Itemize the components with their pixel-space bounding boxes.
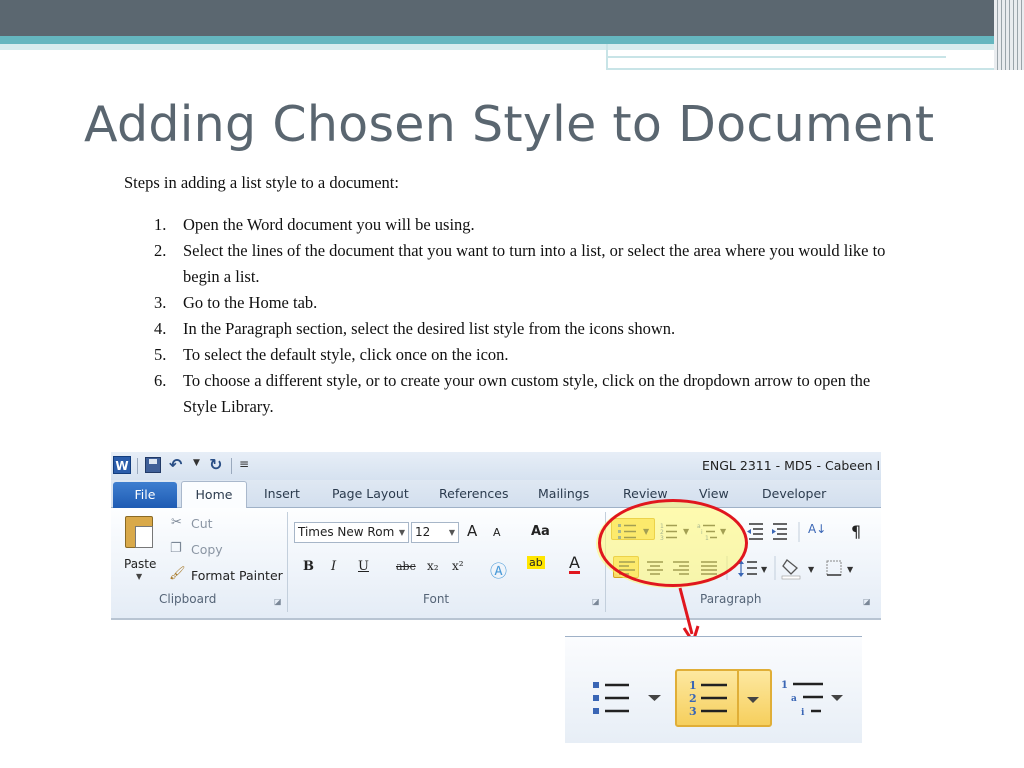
line-spacing-dropdown-icon[interactable]: ▼ [761, 565, 768, 574]
intro-text: Steps in adding a list style to a docume… [124, 173, 399, 192]
step-text: In the Paragraph section, select the des… [183, 319, 676, 338]
step-text: To choose a different style, or to creat… [183, 371, 871, 416]
slide-title: Adding Chosen Style to Document [84, 96, 935, 153]
shading-icon[interactable] [781, 559, 801, 580]
steps-list: 1. Open the Word document you will be usi… [124, 212, 904, 420]
svg-text:2: 2 [689, 692, 697, 705]
step-number: 3. [154, 293, 167, 312]
header-band-dark [0, 0, 1024, 36]
step-number: 5. [154, 345, 167, 364]
shading-dropdown-icon[interactable]: ▼ [808, 565, 815, 574]
word-ribbon-screenshot: W ↶ ▼ ↻ ≡ ENGL 2311 - MD5 - Cabeen I Fil… [111, 452, 881, 620]
svg-text:1: 1 [689, 679, 697, 692]
decrease-indent-icon[interactable] [747, 523, 763, 540]
step-number: 6. [154, 371, 167, 390]
zoomed-numbering-icon: 1 2 3 [689, 679, 759, 718]
line-spacing-icon[interactable] [738, 560, 757, 577]
paragraph-icons: ▼ 1 2 3 ▼ a i 1 ▼ [618, 522, 854, 580]
show-formatting-marks-button[interactable]: ¶ [851, 522, 861, 541]
step-item: 3. Go to the Home tab. [124, 290, 904, 316]
step-item: 6. To choose a different style, or to cre… [124, 368, 904, 420]
step-item: 4. In the Paragraph section, select the d… [124, 316, 904, 342]
annotation-ellipse [598, 499, 748, 587]
svg-text:3: 3 [689, 705, 697, 718]
step-text: Go to the Home tab. [183, 293, 318, 312]
step-number: 2. [154, 241, 167, 260]
step-item: 5. To select the default style, click onc… [124, 342, 904, 368]
header-band-teal [0, 36, 1024, 44]
paragraph-launcher-icon[interactable]: ◪ [863, 597, 871, 606]
paragraph-group-label: Paragraph [700, 592, 762, 606]
header-band-line [606, 56, 946, 58]
header-band-stripes [994, 0, 1024, 70]
sort-button[interactable]: A↓ [808, 522, 826, 536]
increase-indent-icon[interactable] [772, 523, 787, 540]
zoomed-numbering-button[interactable]: 1 2 3 [675, 669, 772, 727]
borders-icon[interactable] [826, 560, 842, 576]
step-text: Open the Word document you will be using… [183, 215, 475, 234]
step-text: Select the lines of the document that yo… [183, 241, 886, 286]
step-text: To select the default style, click once … [183, 345, 509, 364]
step-item: 1. Open the Word document you will be usi… [124, 212, 904, 238]
step-number: 4. [154, 319, 167, 338]
borders-dropdown-icon[interactable]: ▼ [847, 565, 854, 574]
step-number: 1. [154, 215, 167, 234]
step-item: 2. Select the lines of the document that … [124, 238, 904, 290]
list-buttons-zoom-inset: 1 2 3 1 a i [565, 636, 862, 743]
split-button-divider [737, 671, 739, 725]
